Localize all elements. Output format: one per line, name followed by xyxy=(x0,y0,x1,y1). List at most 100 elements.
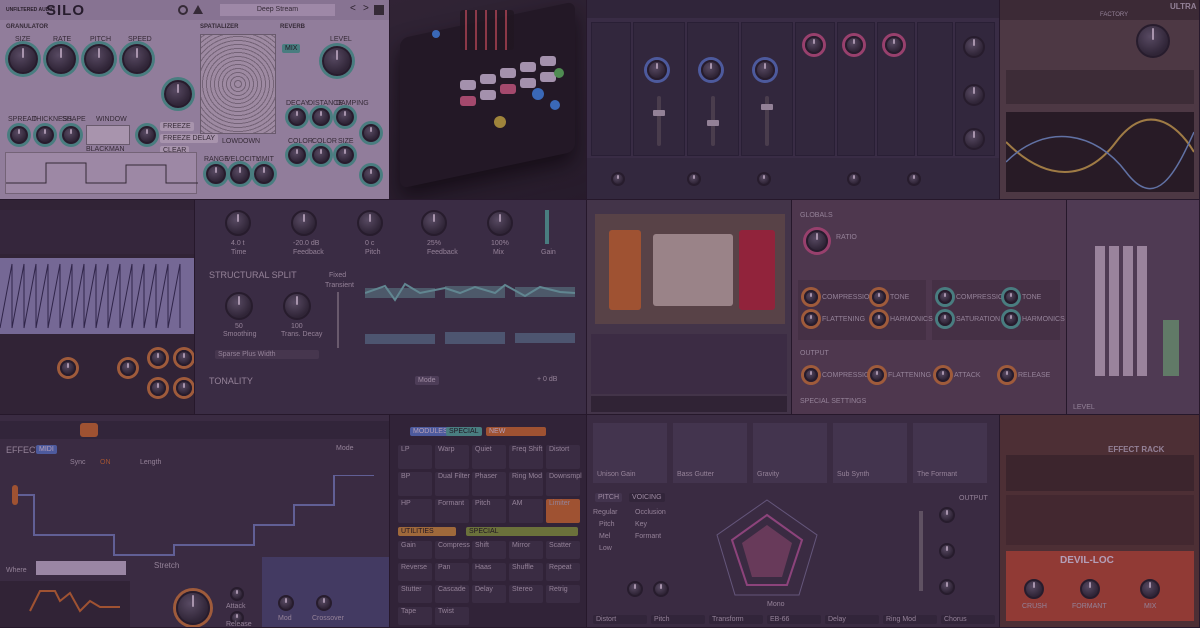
rack-mix-knob[interactable] xyxy=(1140,579,1160,599)
module-cell[interactable]: Distort xyxy=(546,445,580,469)
utility-cell[interactable]: Stereo xyxy=(509,585,543,603)
orange-pedal[interactable] xyxy=(609,230,641,310)
attack-knob[interactable] xyxy=(230,587,244,601)
feedback2-knob[interactable] xyxy=(421,210,447,236)
red-pedal[interactable] xyxy=(739,230,775,310)
speed-knob[interactable] xyxy=(122,44,152,74)
silo-preset-name[interactable]: Deep Stream xyxy=(220,4,335,16)
module-cell[interactable]: Quiet xyxy=(472,445,506,469)
seq-knob[interactable] xyxy=(60,360,76,376)
harmonics-knob[interactable] xyxy=(872,312,886,326)
utility-cell[interactable]: Pan xyxy=(435,563,469,581)
level-knob[interactable] xyxy=(322,46,352,76)
prev-preset-button[interactable]: < xyxy=(350,3,356,14)
mod-knob[interactable] xyxy=(845,36,863,54)
saturation-knob[interactable] xyxy=(938,312,952,326)
mod-knob[interactable] xyxy=(885,36,903,54)
utility-cell[interactable]: Tape xyxy=(398,607,432,625)
utility-cell[interactable]: Compress xyxy=(435,541,470,559)
utility-cell[interactable]: Mirror xyxy=(509,541,543,559)
step-handle[interactable] xyxy=(12,485,18,505)
comp-knob[interactable] xyxy=(804,290,818,304)
midi-tag[interactable]: MIDI xyxy=(36,445,57,454)
module-cell[interactable]: HP xyxy=(398,499,432,523)
spread-knob[interactable] xyxy=(10,126,28,144)
mod-knob[interactable] xyxy=(278,595,294,611)
utility-cell[interactable]: Reverse xyxy=(398,563,432,581)
pitch-knob[interactable] xyxy=(84,44,114,74)
distance-knob[interactable] xyxy=(312,108,330,126)
mod-knob[interactable] xyxy=(963,36,985,58)
flattening-knob[interactable] xyxy=(804,312,818,326)
mod-fader[interactable] xyxy=(657,96,661,146)
seq-knob[interactable] xyxy=(176,350,192,366)
limit-knob[interactable] xyxy=(254,164,274,184)
bottom-tab[interactable]: Pitch xyxy=(651,615,705,624)
mod-knob[interactable] xyxy=(963,128,985,150)
time-knob[interactable] xyxy=(225,210,251,236)
mix-knob[interactable] xyxy=(487,210,513,236)
utility-cell[interactable]: Cascade xyxy=(435,585,469,603)
option-regular[interactable]: Regular xyxy=(593,509,618,516)
mod-fader-handle[interactable] xyxy=(761,104,773,110)
spatializer-radar[interactable] xyxy=(200,34,276,134)
option-key[interactable]: Key xyxy=(635,521,647,528)
bottom-tab[interactable]: EB-66 xyxy=(767,615,821,624)
rate-knob[interactable] xyxy=(46,44,76,74)
seq-knob[interactable] xyxy=(120,360,136,376)
out-comp-knob[interactable] xyxy=(804,368,818,382)
next-preset-button[interactable]: > xyxy=(363,3,369,14)
range-knob[interactable] xyxy=(206,164,226,184)
mix-knob[interactable] xyxy=(164,80,192,108)
mod-knob[interactable] xyxy=(757,172,771,186)
mono-label[interactable]: Mono xyxy=(767,601,785,608)
bottom-tab[interactable]: Transform xyxy=(709,615,763,624)
utility-cell[interactable]: Shift xyxy=(472,541,506,559)
utility-cell[interactable]: Gain xyxy=(398,541,432,559)
color2-knob[interactable] xyxy=(312,146,330,164)
mod-knob[interactable] xyxy=(611,172,625,186)
mode-dropdown[interactable]: Sparse Plus Width xyxy=(215,350,319,359)
power-icon[interactable] xyxy=(178,5,188,15)
module-cell[interactable]: Freq Shift xyxy=(509,445,543,469)
crush-knob[interactable] xyxy=(1024,579,1044,599)
tone-knob[interactable] xyxy=(362,124,380,142)
new-tab[interactable]: NEW xyxy=(486,427,546,436)
utility-cell[interactable]: Repeat xyxy=(546,563,580,581)
sync-on[interactable]: ON xyxy=(100,459,111,466)
stretch-knob[interactable] xyxy=(176,591,210,625)
size2-knob[interactable] xyxy=(336,146,354,164)
cream-pedal[interactable] xyxy=(653,234,733,306)
utility-cell[interactable]: Delay xyxy=(472,585,506,603)
thickness-knob[interactable] xyxy=(36,126,54,144)
module-cell[interactable]: Formant xyxy=(435,499,469,523)
reverb-mode-button[interactable]: MIX xyxy=(282,44,301,53)
mix2-knob[interactable] xyxy=(362,166,380,184)
shape-knob[interactable] xyxy=(62,126,80,144)
damping-knob[interactable] xyxy=(336,108,354,126)
pitch-knob-2[interactable] xyxy=(653,581,669,597)
seq-knob[interactable] xyxy=(150,380,166,396)
seq-knob[interactable] xyxy=(176,380,192,396)
mod-knob[interactable] xyxy=(647,60,667,80)
special-tab[interactable]: SPECIAL xyxy=(446,427,482,436)
option-low[interactable]: Low xyxy=(599,545,612,552)
utility-cell[interactable]: Retrig xyxy=(546,585,580,603)
module-cell[interactable]: AM xyxy=(509,499,543,523)
mod-fader-handle[interactable] xyxy=(653,110,665,116)
module-cell[interactable]: BP xyxy=(398,472,432,496)
mod-fader-handle[interactable] xyxy=(707,120,719,126)
pitch-knob[interactable] xyxy=(357,210,383,236)
bottom-tab[interactable]: Chorus xyxy=(941,615,995,624)
radar-plot[interactable] xyxy=(707,495,827,605)
module-cell[interactable]: Downsmpl xyxy=(546,472,582,496)
option-formant[interactable]: Formant xyxy=(635,533,661,540)
pitch-tab[interactable]: PITCH xyxy=(595,493,622,502)
freeze-knob[interactable] xyxy=(138,126,156,144)
mod-knob[interactable] xyxy=(701,60,721,80)
mod-knob[interactable] xyxy=(687,172,701,186)
module-cell[interactable]: Limiter xyxy=(546,499,580,523)
module-cell[interactable]: Warp xyxy=(435,445,469,469)
split-slider[interactable] xyxy=(337,292,339,348)
tone-knob[interactable] xyxy=(872,290,886,304)
